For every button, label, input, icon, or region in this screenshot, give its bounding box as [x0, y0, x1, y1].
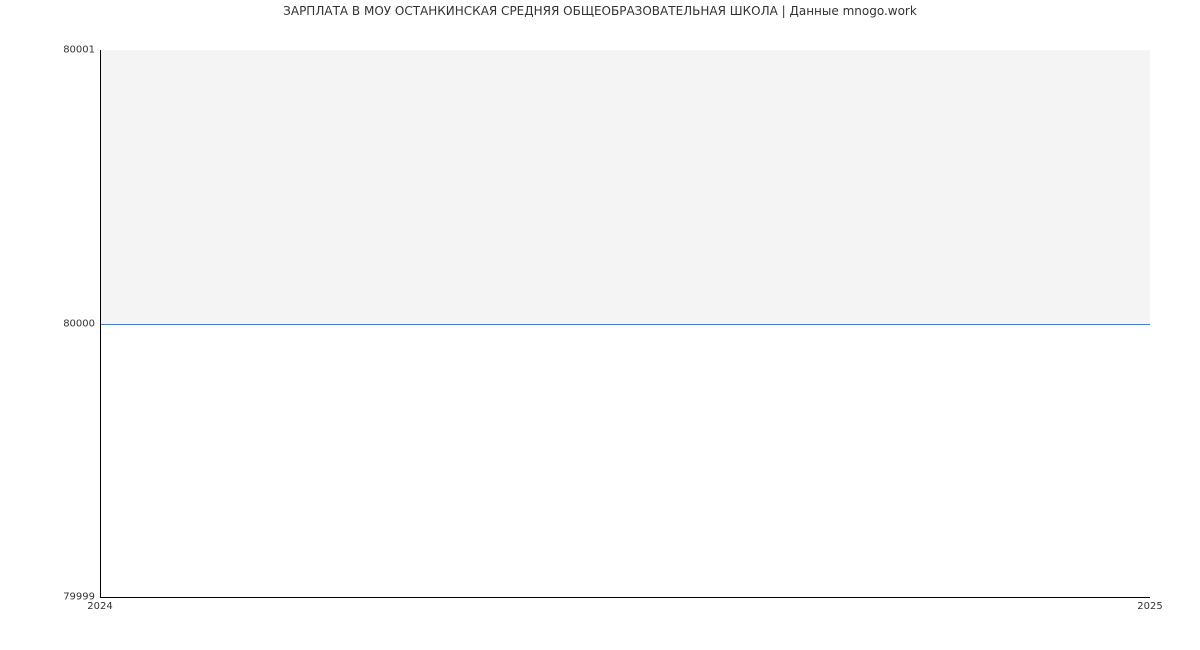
chart-title: ЗАРПЛАТА В МОУ ОСТАНКИНСКАЯ СРЕДНЯЯ ОБЩЕ… [0, 4, 1200, 18]
x-tick-label: 2024 [87, 601, 112, 612]
area-fill [101, 50, 1150, 324]
x-tick-label: 2025 [1137, 601, 1162, 612]
salary-chart: ЗАРПЛАТА В МОУ ОСТАНКИНСКАЯ СРЕДНЯЯ ОБЩЕ… [0, 0, 1200, 650]
y-tick-label: 80000 [63, 319, 95, 330]
y-tick-label: 80001 [63, 45, 95, 56]
plot-area [100, 50, 1150, 598]
data-line [101, 324, 1150, 325]
